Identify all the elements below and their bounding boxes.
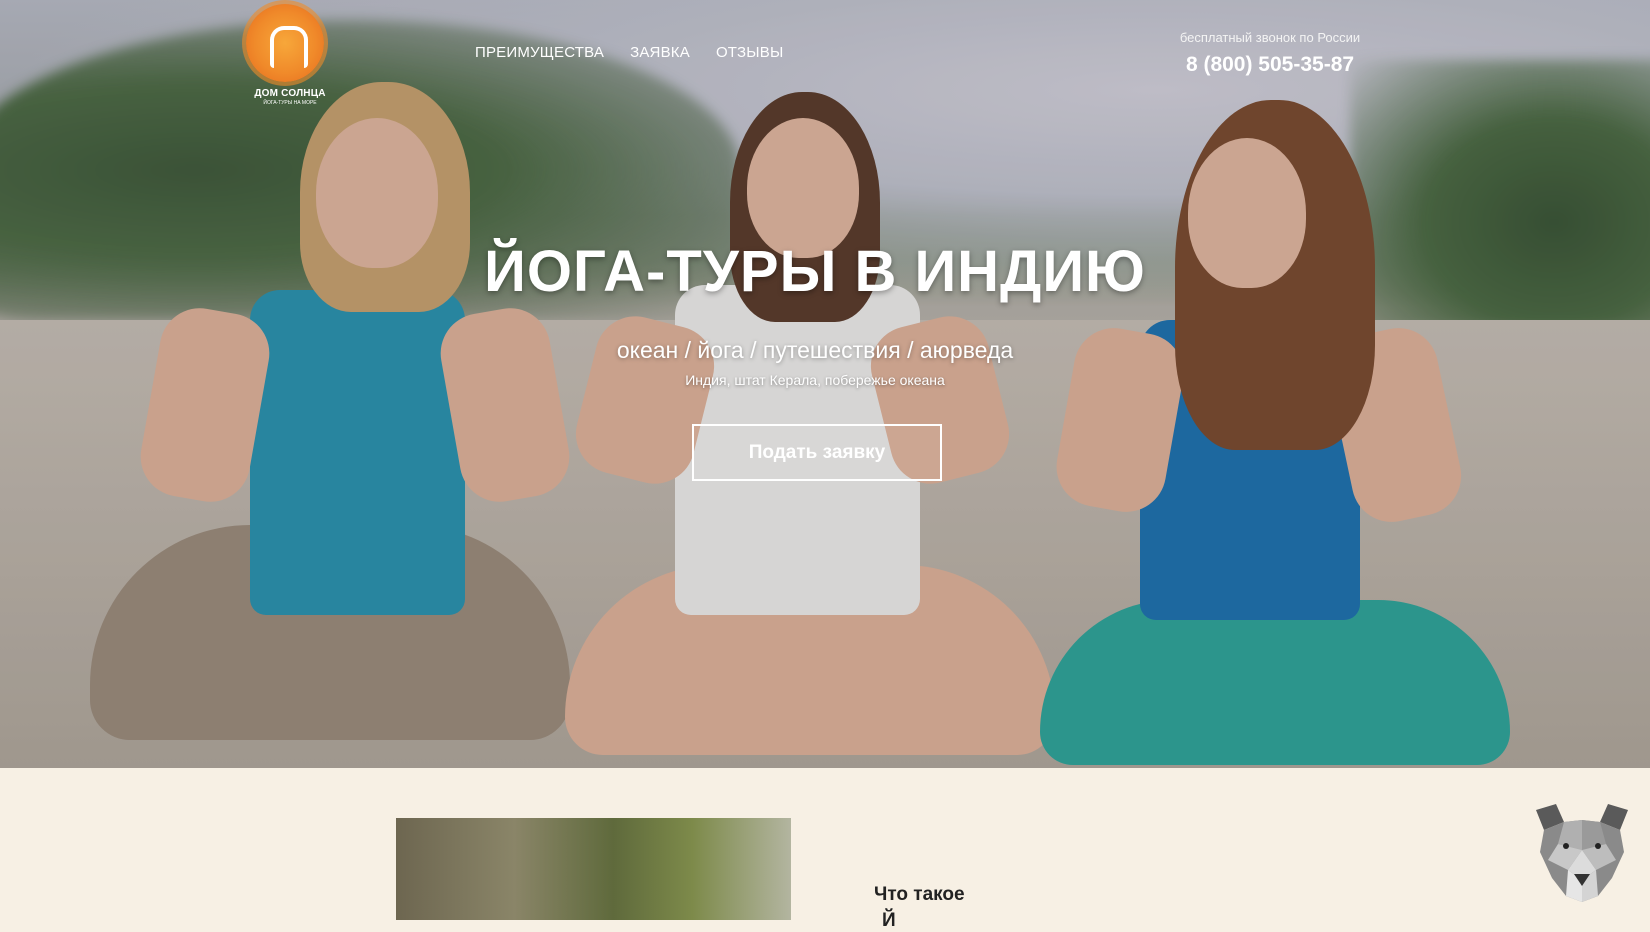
section-heading: Что такое [874, 884, 965, 905]
logo-title: ДОМ СОЛНЦА [254, 88, 326, 99]
about-photo [396, 818, 791, 920]
logo-tagline: ЙОГА-ТУРЫ НА МОРЕ [263, 100, 317, 106]
section-heading-line2: Й [882, 910, 896, 931]
hero-title: ЙОГА-ТУРЫ В ИНДИЮ [484, 239, 1146, 304]
nav-item-advantages[interactable]: ПРЕИМУЩЕСТВА [475, 44, 604, 61]
hero-location: Индия, штат Керала, побережье океана [685, 372, 945, 388]
about-section [0, 768, 1650, 920]
bear-icon[interactable] [1528, 800, 1636, 904]
nav-item-reviews[interactable]: ОТЗЫВЫ [716, 44, 783, 61]
nav-item-application[interactable]: ЗАЯВКА [630, 44, 690, 61]
main-nav: ПРЕИМУЩЕСТВА ЗАЯВКА ОТЗЫВЫ [475, 44, 783, 61]
apply-button[interactable]: Подать заявку [692, 424, 942, 481]
phone-number[interactable]: 8 (800) 505-35-87 [1120, 53, 1420, 77]
hero-subtitle: океан / йога / путешествия / аюрведа [616, 337, 1014, 363]
phone-caption: бесплатный звонок по России [1179, 30, 1361, 45]
